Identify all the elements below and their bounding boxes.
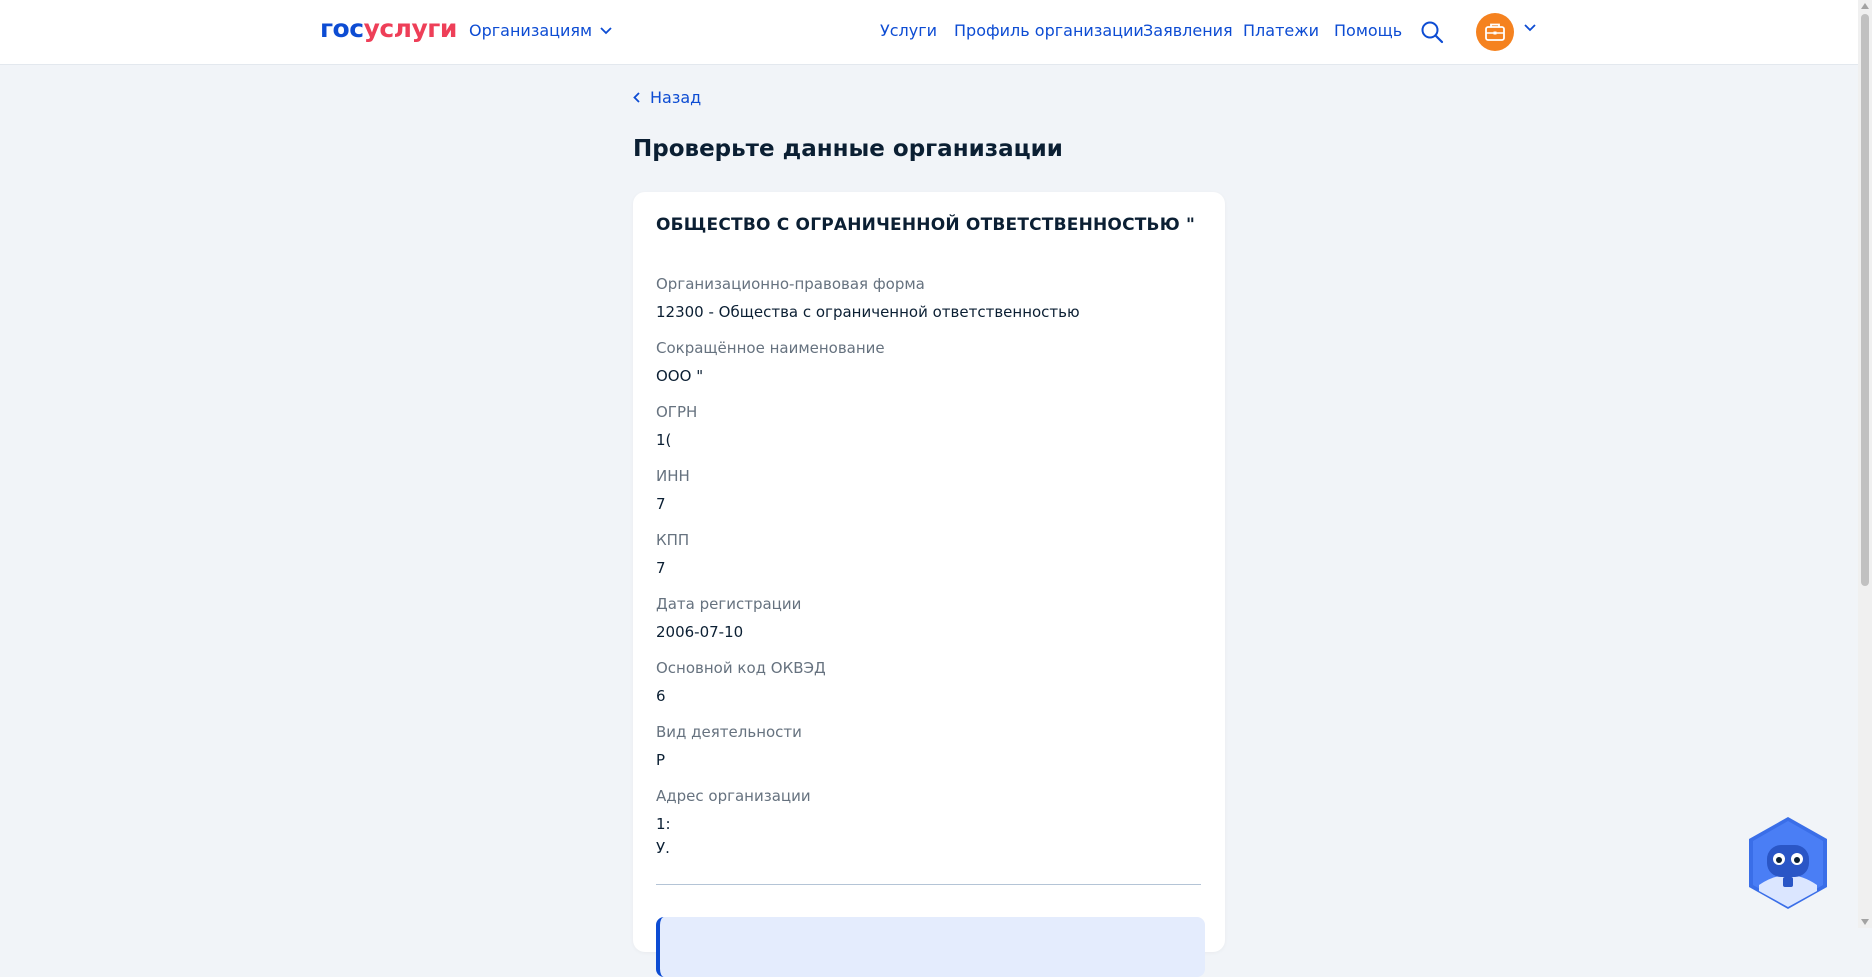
field-address: Адрес организации 1: У. (656, 786, 811, 858)
scroll-down-arrow-icon[interactable] (1861, 919, 1869, 925)
field-ogrn: ОГРН 1( (656, 402, 697, 450)
field-registration-date: Дата регистрации 2006-07-10 (656, 594, 801, 642)
scroll-up-arrow-icon[interactable] (1861, 3, 1869, 9)
field-label: ИНН (656, 467, 690, 485)
logo-part-gos: гос (320, 14, 364, 43)
field-value: 7 (656, 495, 666, 513)
top-header: госуслуги Организациям Услуги Профиль ор… (0, 0, 1858, 65)
search-icon[interactable] (1420, 20, 1444, 44)
field-short-name: Сокращённое наименование ООО " (656, 338, 885, 386)
field-value-line-2: У. (656, 839, 670, 857)
logo-part-uslugi: услуги (363, 14, 458, 43)
organizations-menu[interactable]: Организациям (469, 21, 612, 40)
organization-avatar[interactable] (1476, 13, 1514, 51)
info-notice (656, 917, 1205, 977)
field-value: 6 (656, 687, 666, 705)
field-label: Вид деятельности (656, 723, 802, 741)
chevron-left-icon (633, 92, 640, 103)
field-label: Организационно-правовая форма (656, 275, 925, 293)
card-divider (656, 884, 1201, 885)
field-kpp: КПП 7 (656, 530, 689, 578)
field-label: Сокращённое наименование (656, 339, 885, 357)
chevron-down-icon[interactable] (1524, 24, 1536, 32)
nav-help[interactable]: Помощь (1334, 21, 1402, 40)
field-value: 1( (656, 431, 672, 449)
nav-organization-profile[interactable]: Профиль организации (954, 21, 1144, 40)
field-label: ОГРН (656, 403, 698, 421)
chevron-down-icon (600, 26, 612, 34)
field-inn: ИНН 7 (656, 466, 690, 514)
gosuslugi-logo[interactable]: госуслуги (320, 14, 457, 43)
page-scrollbar[interactable] (1858, 0, 1872, 928)
organization-data-card: ОБЩЕСТВО С ОГРАНИЧЕННОЙ ОТВЕТСТВЕННОСТЬЮ… (633, 192, 1225, 977)
field-value: 7 (656, 559, 666, 577)
field-value: 1: (656, 815, 671, 833)
organizations-menu-label: Организациям (469, 21, 593, 40)
page-title: Проверьте данные организации (633, 136, 1063, 162)
nav-payments[interactable]: Платежи (1243, 21, 1319, 40)
field-legal-form: Организационно-правовая форма 12300 - Об… (656, 274, 1080, 322)
organization-full-name: ОБЩЕСТВО С ОГРАНИЧЕННОЙ ОТВЕТСТВЕННОСТЬЮ… (656, 215, 1196, 235)
field-okved-code: Основной код ОКВЭД 6 (656, 658, 826, 706)
field-value: 12300 - Общества с ограниченной ответств… (656, 303, 1080, 321)
back-link[interactable]: Назад (633, 88, 701, 107)
field-activity-type: Вид деятельности Р (656, 722, 802, 770)
scroll-thumb[interactable] (1861, 14, 1869, 586)
field-value: ООО " (656, 367, 704, 385)
nav-services[interactable]: Услуги (880, 21, 937, 40)
back-link-label: Назад (650, 88, 702, 107)
field-label: Дата регистрации (656, 595, 802, 613)
field-label: Основной код ОКВЭД (656, 659, 826, 677)
robot-assistant-icon[interactable] (1745, 815, 1831, 911)
briefcase-icon (1485, 23, 1505, 41)
field-label: Адрес организации (656, 787, 811, 805)
field-value: Р (656, 751, 666, 769)
nav-applications[interactable]: Заявления (1143, 21, 1233, 40)
field-label: КПП (656, 531, 690, 549)
field-value: 2006-07-10 (656, 623, 744, 641)
